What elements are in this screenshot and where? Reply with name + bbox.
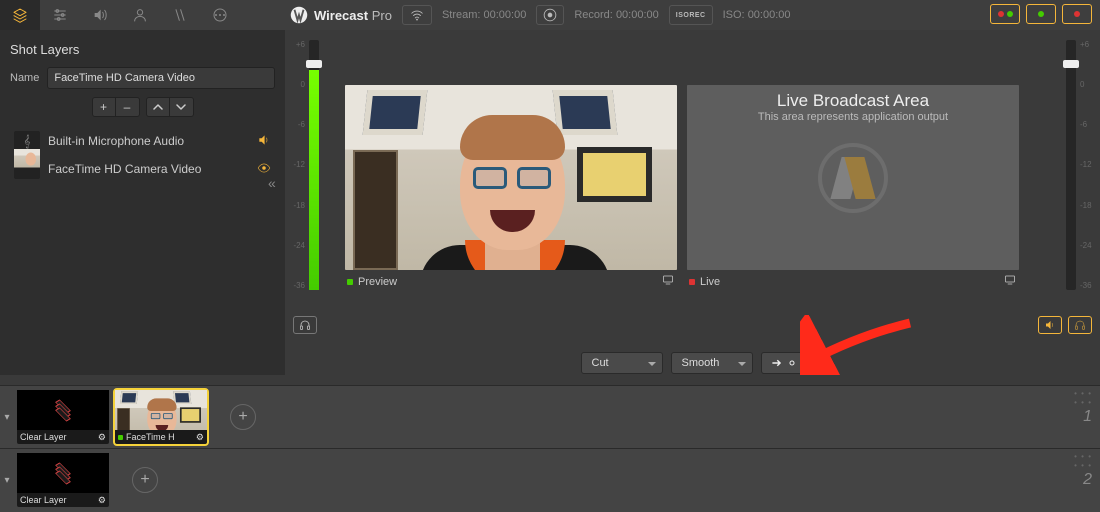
stage: +60-6-12-18-24-36 +60-6-12-18-24-36 — [285, 30, 1100, 340]
treble-clef-icon: 𝄞 — [14, 131, 40, 151]
add-shot-button[interactable]: + — [230, 404, 256, 430]
tab-more[interactable] — [200, 0, 240, 30]
shot-facetime-camera[interactable]: FaceTime H⚙ — [115, 390, 207, 444]
iso-label: ISO: 00:00:00 — [723, 9, 791, 21]
preview-audio-meter: +60-6-12-18-24-36 — [295, 40, 321, 290]
smooth-select[interactable]: Smooth — [671, 352, 753, 374]
wirecast-logo-icon — [818, 143, 888, 213]
live-pane: Live Broadcast Area This area represents… — [687, 85, 1019, 293]
live-view[interactable]: Live Broadcast Area This area represents… — [687, 85, 1019, 270]
meter-ticks: +60-6-12-18-24-36 — [295, 40, 305, 290]
camera-thumb-icon — [14, 159, 40, 179]
name-label: Name — [10, 72, 39, 84]
stream-button[interactable] — [402, 5, 432, 25]
live-audio-meter: +60-6-12-18-24-36 — [1064, 40, 1090, 290]
iso-button[interactable]: ISOREC — [669, 5, 713, 25]
inspector-tabs — [0, 0, 240, 30]
tab-chroma[interactable] — [160, 0, 200, 30]
go-button[interactable] — [761, 352, 805, 374]
preview-headphones-button[interactable] — [293, 316, 317, 334]
output-indicators — [990, 4, 1092, 24]
gear-icon[interactable]: ⚙ — [98, 432, 106, 443]
row-handle-icon[interactable]: • • •• • • — [1074, 389, 1092, 407]
meter-ticks: +60-6-12-18-24-36 — [1080, 40, 1090, 290]
output-indicator-3[interactable] — [1062, 4, 1092, 24]
transition-bar: Cut Smooth — [285, 340, 1100, 385]
move-up-button[interactable] — [146, 97, 170, 117]
layers-x-icon — [52, 401, 74, 419]
shot-clear-layer[interactable]: Clear Layer⚙ — [17, 453, 109, 507]
shot-clear-layer[interactable]: Clear Layer⚙ — [17, 390, 109, 444]
row-collapse-button[interactable]: ▾ — [0, 475, 14, 486]
live-headphones-button[interactable] — [1068, 316, 1092, 334]
layer-item-camera[interactable]: FaceTime HD Camera Video — [10, 155, 275, 183]
meter-fader[interactable] — [1063, 60, 1079, 68]
tab-audio[interactable] — [80, 0, 120, 30]
move-down-button[interactable] — [170, 97, 194, 117]
preview-label: Preview — [358, 276, 397, 288]
row-collapse-button[interactable]: ▾ — [0, 412, 14, 423]
row-number: 1 — [1083, 408, 1092, 426]
tab-person[interactable] — [120, 0, 160, 30]
preview-view[interactable] — [345, 85, 677, 270]
record-button[interactable] — [536, 5, 564, 25]
shot-layers-panel: Shot Layers Name + – 𝄞 Built-in Micropho… — [0, 30, 285, 375]
layers-x-icon — [52, 464, 74, 482]
row-number: 2 — [1083, 471, 1092, 489]
add-layer-button[interactable]: + — [92, 97, 116, 117]
shot-row-1: ▾ Clear Layer⚙ FaceTime H⚙ + • • •• • • … — [0, 385, 1100, 448]
remove-layer-button[interactable]: – — [116, 97, 140, 117]
live-label: Live — [700, 276, 720, 288]
record-label: Record: 00:00:00 — [574, 9, 658, 21]
top-bar: Wirecast Pro Stream: 00:00:00 Record: 00… — [0, 0, 1100, 30]
shot-rows: ▾ Clear Layer⚙ FaceTime H⚙ + • • •• • • … — [0, 385, 1100, 512]
webcam-feed — [345, 85, 677, 270]
shot-row-2: ▾ Clear Layer⚙ + • • •• • • 2 — [0, 448, 1100, 511]
app-logo-icon — [290, 6, 308, 24]
layer-item-audio[interactable]: 𝄞 Built-in Microphone Audio — [10, 127, 275, 155]
tab-properties[interactable] — [40, 0, 80, 30]
cut-select[interactable]: Cut — [581, 352, 663, 374]
app-title: Wirecast Pro — [290, 6, 392, 24]
add-shot-button[interactable]: + — [132, 467, 158, 493]
shot-name-input[interactable] — [47, 67, 275, 89]
meter-fader[interactable] — [306, 60, 322, 68]
layer-label: FaceTime HD Camera Video — [48, 162, 201, 176]
gear-icon[interactable]: ⚙ — [98, 495, 106, 506]
collapse-panel-button[interactable]: « — [268, 175, 276, 191]
output-indicator-2[interactable] — [1026, 4, 1056, 24]
panel-title: Shot Layers — [10, 42, 275, 57]
layer-label: Built-in Microphone Audio — [48, 134, 184, 148]
output-indicator-1[interactable] — [990, 4, 1020, 24]
gear-icon[interactable]: ⚙ — [196, 432, 204, 443]
stream-label: Stream: 00:00:00 — [442, 9, 526, 21]
tab-layers[interactable] — [0, 0, 40, 30]
preview-pane: Preview — [345, 85, 677, 293]
top-status: Wirecast Pro Stream: 00:00:00 Record: 00… — [290, 0, 791, 30]
live-heading: Live Broadcast Area — [777, 91, 929, 111]
live-speaker-button[interactable] — [1038, 316, 1062, 334]
monitor-icon[interactable] — [1003, 274, 1017, 289]
speaker-icon[interactable] — [257, 133, 271, 150]
live-subtext: This area represents application output — [758, 111, 948, 123]
row-handle-icon[interactable]: • • •• • • — [1074, 452, 1092, 470]
monitor-icon[interactable] — [661, 274, 675, 289]
